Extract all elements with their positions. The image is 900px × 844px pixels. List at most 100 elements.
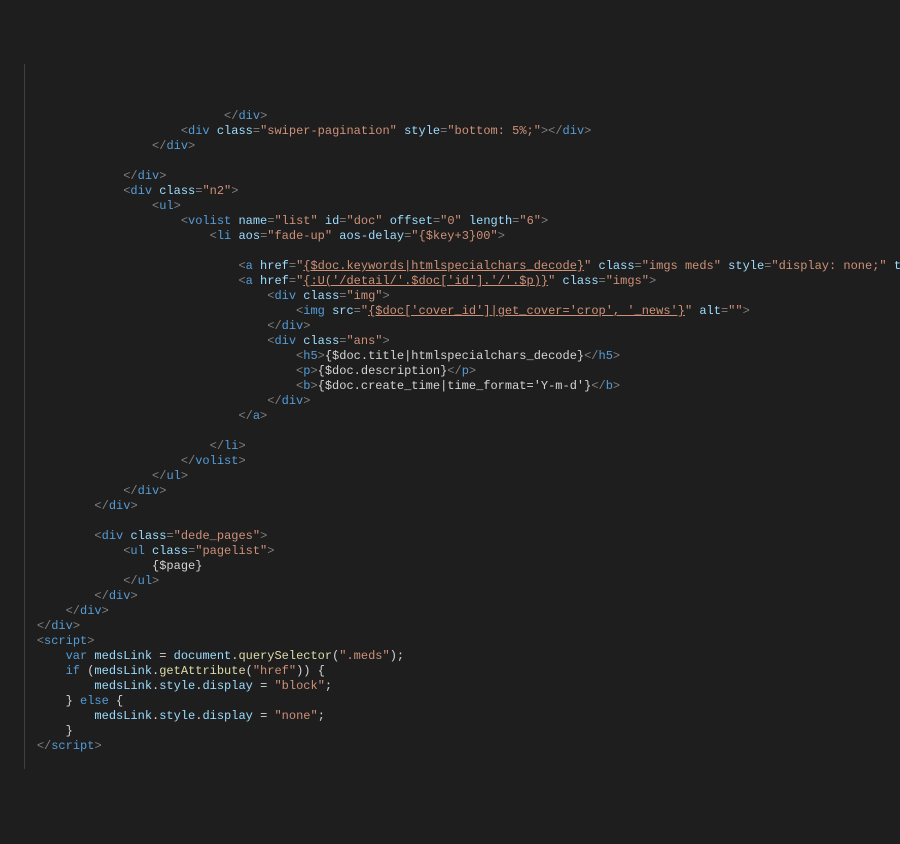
token: li [224,439,238,453]
token: "list" [274,214,317,228]
token: > [159,484,166,498]
token [591,259,598,273]
code-line[interactable]: <a href="{$doc.keywords|htmlspecialchars… [8,259,900,274]
code-line[interactable]: <volist name="list" id="doc" offset="0" … [8,214,900,229]
code-line[interactable]: </div> [8,394,900,409]
token: alt [699,304,721,318]
token: {$doc['cover_id']|get_cover='crop', '_ne… [368,304,685,318]
code-line[interactable]: } [8,724,900,739]
token: "ans" [346,334,382,348]
token [383,214,390,228]
code-line[interactable]: <img src="{$doc['cover_id']|get_cover='c… [8,304,900,319]
code-line[interactable]: <b>{$doc.create_time|time_format='Y-m-d'… [8,379,900,394]
token: > [87,634,94,648]
code-line[interactable] [8,154,900,169]
token [73,694,80,708]
token: "imgs meds" [642,259,721,273]
code-content[interactable]: </div> <div class="swiper-pagination" st… [8,109,900,754]
token: div [130,184,152,198]
token: "img" [346,289,382,303]
token: < [238,259,245,273]
code-line[interactable]: </div> [8,619,900,634]
code-line[interactable]: </div> [8,499,900,514]
code-line[interactable]: medsLink.style.display = "none"; [8,709,900,724]
code-line[interactable]: </div> [8,109,900,124]
token: > [584,124,591,138]
code-line[interactable]: </div> [8,604,900,619]
token: > [318,349,325,363]
token: ".meds" [339,649,389,663]
token: . [195,709,202,723]
code-line[interactable]: <ul> [8,199,900,214]
token: > [383,289,390,303]
code-line[interactable]: {$page} [8,559,900,574]
code-line[interactable]: <p>{$doc.description}</p> [8,364,900,379]
token: querySelector [238,649,332,663]
token: > [152,574,159,588]
code-line[interactable]: } else { [8,694,900,709]
code-line[interactable]: </ul> [8,574,900,589]
token: . [152,679,159,693]
token: div [102,529,124,543]
token: class [303,289,339,303]
code-line[interactable]: <li aos="fade-up" aos-delay="{$key+3}00"… [8,229,900,244]
code-line[interactable]: medsLink.style.display = "block"; [8,679,900,694]
code-line[interactable]: </div> [8,169,900,184]
token: </ [152,139,166,153]
token: li [217,229,231,243]
code-line[interactable]: </ul> [8,469,900,484]
code-editor-viewport[interactable]: </div> <div class="swiper-pagination" st… [8,64,900,769]
code-line[interactable] [8,514,900,529]
token: offset [390,214,433,228]
token: } [66,724,73,738]
code-line[interactable]: <div class="ans"> [8,334,900,349]
token [325,304,332,318]
token: h5 [303,349,317,363]
token: display [202,679,252,693]
code-line[interactable] [8,244,900,259]
token [555,274,562,288]
token [253,679,260,693]
code-line[interactable]: if (medsLink.getAttribute("href")) { [8,664,900,679]
token: ; [325,679,332,693]
token: </ [447,364,461,378]
token: medsLink [94,649,152,663]
token: ); [390,649,404,663]
code-line[interactable]: <div class="dede_pages"> [8,529,900,544]
token: class [217,124,253,138]
code-line[interactable]: <a href="{:U('/detail/'.$doc['id'].'/'.$… [8,274,900,289]
code-line[interactable]: </script> [8,739,900,754]
code-line[interactable]: <div class="n2"> [8,184,900,199]
code-line[interactable] [8,424,900,439]
code-line[interactable]: </div> [8,139,900,154]
token: </ [94,499,108,513]
code-line[interactable]: </div> [8,319,900,334]
token: id [325,214,339,228]
code-line[interactable]: <div class="swiper-pagination" style="bo… [8,124,900,139]
code-line[interactable]: var medsLink = document.querySelector(".… [8,649,900,664]
code-line[interactable]: </div> [8,589,900,604]
code-line[interactable]: </volist> [8,454,900,469]
code-line[interactable]: </a> [8,409,900,424]
token: "imgs" [606,274,649,288]
token: div [274,334,296,348]
token: "pagelist" [195,544,267,558]
code-line[interactable]: <script> [8,634,900,649]
token: href [260,274,289,288]
token: </ [123,484,137,498]
code-line[interactable]: <h5>{$doc.title|htmlspecialchars_decode}… [8,349,900,364]
token: > [498,229,505,243]
token: </ [181,454,195,468]
token: "0" [440,214,462,228]
token: </ [267,394,281,408]
code-line[interactable]: <ul class="pagelist"> [8,544,900,559]
token: < [37,634,44,648]
token: class [303,334,339,348]
token: "fade-up" [267,229,332,243]
token: {$doc.keywords|htmlspecialchars_decode} [303,259,584,273]
token: div [282,394,304,408]
code-line[interactable]: </div> [8,484,900,499]
token: volist [188,214,231,228]
code-line[interactable]: <div class="img"> [8,289,900,304]
code-line[interactable]: </li> [8,439,900,454]
